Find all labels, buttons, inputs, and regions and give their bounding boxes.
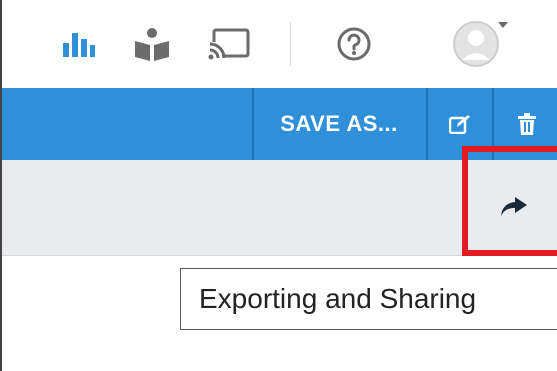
save-as-button[interactable]: SAVE AS... [254,88,424,160]
top-header [2,0,557,88]
learning-icon[interactable] [130,22,174,66]
avatar-icon[interactable] [450,21,510,67]
reports-icon[interactable] [56,22,100,66]
highlight-box [462,146,557,256]
app-window: SAVE AS... Exporting and Sharing [0,0,557,371]
tooltip: Exporting and Sharing [180,268,557,330]
trash-icon [517,113,536,135]
help-icon[interactable] [332,22,376,66]
cast-icon[interactable] [207,22,251,66]
edit-icon [449,114,471,134]
header-divider [290,22,291,66]
